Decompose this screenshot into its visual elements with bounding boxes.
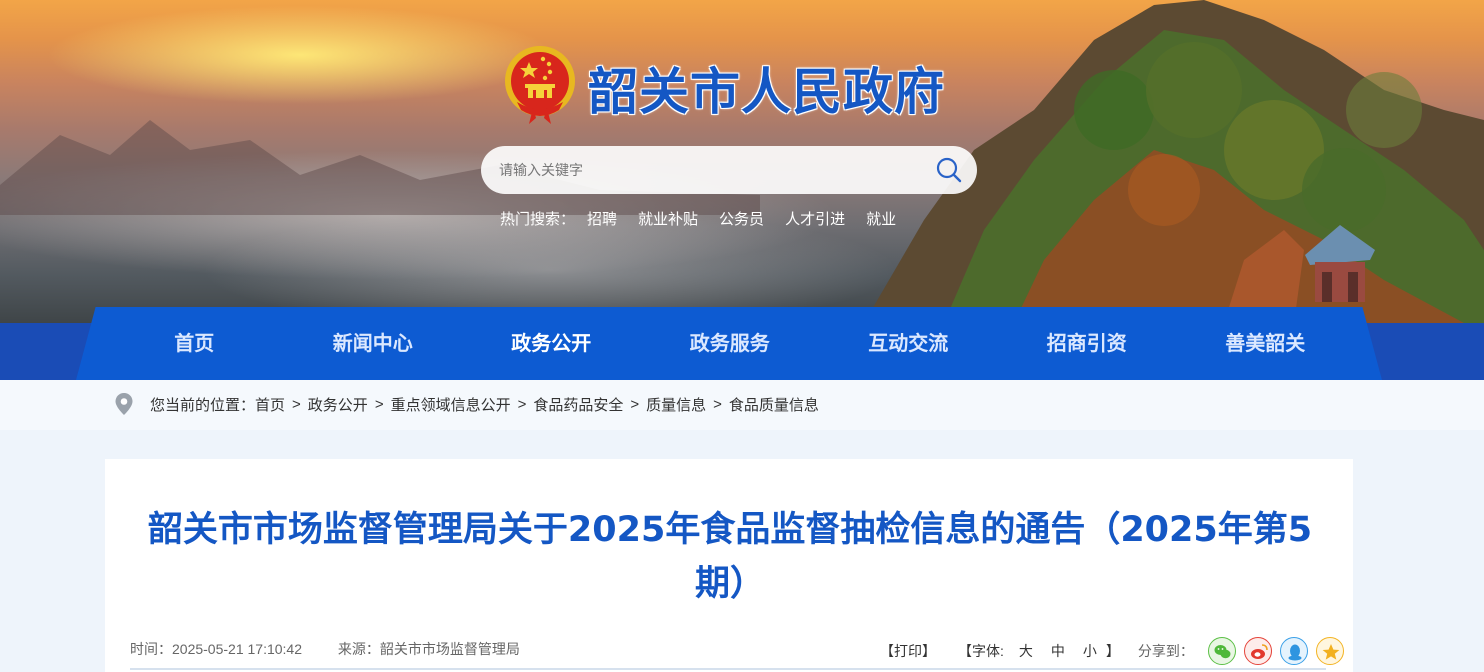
header-banner: 韶关市人民政府 热门搜索： 招聘 就业补贴 公务员 人才引进 就业 — [0, 0, 1484, 323]
breadcrumb-link[interactable]: 质量信息 — [646, 394, 706, 415]
nav-item-gov-services[interactable]: 政务服务 — [641, 323, 820, 380]
time-label: 时间： — [130, 641, 172, 657]
location-pin-icon — [115, 393, 133, 415]
wechat-icon[interactable] — [1207, 637, 1236, 665]
weibo-icon[interactable] — [1243, 637, 1272, 665]
search-box — [481, 146, 977, 194]
hot-search: 热门搜索： 招聘 就业补贴 公务员 人才引进 就业 — [500, 208, 917, 229]
national-emblem-icon — [505, 46, 575, 124]
nav-item-investment[interactable]: 招商引资 — [998, 323, 1177, 380]
font-size-close: 】 — [1105, 643, 1120, 659]
breadcrumb-separator: > — [292, 395, 301, 413]
hot-search-label: 热门搜索： — [500, 211, 576, 228]
hot-search-item[interactable]: 就业 — [866, 208, 896, 229]
breadcrumb-separator: > — [374, 395, 384, 413]
breadcrumb-separator: > — [517, 395, 527, 413]
search-icon[interactable] — [935, 156, 963, 184]
breadcrumb-link-current[interactable]: 食品质量信息 — [729, 394, 819, 415]
breadcrumb: 您当前的位置： 首页 > 政务公开 > 重点领域信息公开 > 食品药品安全 > … — [114, 392, 819, 416]
share-label: 分享到： — [1137, 643, 1194, 659]
qq-icon[interactable] — [1279, 637, 1308, 665]
breadcrumb-link[interactable]: 食品药品安全 — [533, 394, 623, 415]
hot-search-item[interactable]: 就业补贴 — [638, 208, 698, 229]
breadcrumb-prefix: 您当前的位置： — [150, 396, 256, 414]
hot-search-item[interactable]: 公务员 — [719, 208, 764, 229]
breadcrumb-separator: > — [713, 395, 722, 413]
article-tools: 【打印】 【字体: 大 中 小 】 分享到： — [880, 637, 1344, 665]
article-meta: 时间：2025-05-21 17:10:42 来源：韶关市市场监督管理局 — [130, 639, 520, 659]
site-title[interactable]: 韶关市人民政府 — [588, 52, 945, 124]
nav-item-interaction[interactable]: 互动交流 — [819, 323, 998, 380]
source-label: 来源： — [337, 641, 380, 657]
hot-search-item[interactable]: 招聘 — [587, 208, 617, 229]
pavilion-illustration — [1305, 225, 1375, 302]
nav-item-home[interactable]: 首页 — [105, 323, 284, 380]
publish-time: 2025-05-21 17:10:42 — [172, 641, 302, 657]
print-button[interactable]: 【打印】 — [880, 641, 936, 661]
nav-item-gov-affairs[interactable]: 政务公开 — [462, 323, 641, 380]
qzone-icon[interactable] — [1315, 637, 1344, 665]
nav-item-shaoguan[interactable]: 善美韶关 — [1176, 323, 1355, 380]
font-size-label: 【字体: — [958, 643, 1004, 659]
article-source: 韶关市市场监督管理局 — [379, 641, 520, 657]
hot-search-item[interactable]: 人才引进 — [785, 208, 845, 229]
meta-divider — [130, 668, 1326, 670]
nav-item-news[interactable]: 新闻中心 — [284, 323, 463, 380]
breadcrumb-link[interactable]: 首页 — [255, 394, 285, 415]
font-size-small-button[interactable]: 小 — [1083, 641, 1097, 661]
breadcrumb-separator: > — [630, 395, 640, 413]
breadcrumb-link[interactable]: 重点领域信息公开 — [391, 394, 511, 415]
font-size-medium-button[interactable]: 中 — [1051, 641, 1065, 661]
main-nav: 首页 新闻中心 政务公开 政务服务 互动交流 招商引资 善美韶关 — [105, 323, 1355, 380]
article-title: 韶关市市场监督管理局关于2025年食品监督抽检信息的通告（2025年第5期） — [147, 510, 1313, 604]
font-size-large-button[interactable]: 大 — [1019, 641, 1033, 661]
search-input[interactable] — [499, 146, 919, 194]
breadcrumb-link[interactable]: 政务公开 — [308, 394, 368, 415]
